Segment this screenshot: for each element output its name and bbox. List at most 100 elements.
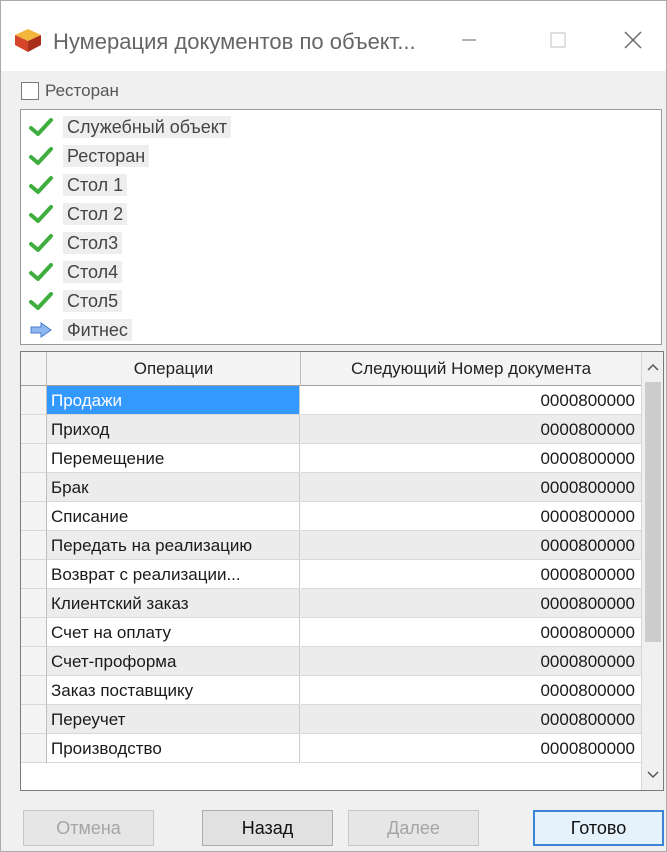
- table-row[interactable]: Счет на оплату 0000800000: [21, 618, 641, 647]
- cancel-button[interactable]: Отмена: [23, 810, 154, 846]
- number-cell[interactable]: 0000800000: [301, 473, 641, 502]
- operation-cell[interactable]: Приход: [47, 415, 300, 444]
- number-cell[interactable]: 0000800000: [301, 705, 641, 734]
- row-selector[interactable]: [21, 531, 47, 560]
- list-item[interactable]: Стол4: [27, 259, 123, 285]
- operation-cell[interactable]: Перемещение: [47, 444, 300, 473]
- operation-cell[interactable]: Производство: [47, 734, 300, 763]
- column-header-operations[interactable]: Операции: [47, 352, 301, 386]
- number-cell[interactable]: 0000800000: [301, 734, 641, 763]
- operation-cell[interactable]: Брак: [47, 473, 300, 502]
- restaurant-checkbox-label: Ресторан: [45, 81, 119, 100]
- operation-cell[interactable]: Счет-проформа: [47, 647, 300, 676]
- number-cell[interactable]: 0000800000: [301, 415, 641, 444]
- restaurant-checkbox-row[interactable]: Ресторан: [21, 79, 119, 103]
- list-item-label: Служебный объект: [63, 116, 232, 138]
- next-button[interactable]: Далее: [348, 810, 479, 846]
- window-title: Нумерация документов по объект...: [53, 29, 416, 54]
- scroll-thumb[interactable]: [645, 382, 661, 642]
- number-cell[interactable]: 0000800000: [301, 444, 641, 473]
- number-cell[interactable]: 0000800000: [301, 589, 641, 618]
- number-cell[interactable]: 0000800000: [301, 531, 641, 560]
- list-item-label: Стол3: [63, 232, 123, 254]
- list-item[interactable]: Фитнес: [27, 317, 132, 343]
- row-selector[interactable]: [21, 473, 47, 502]
- number-cell[interactable]: 0000800000: [301, 676, 641, 705]
- dialog-window: Нумерация документов по объект... Рестор…: [0, 0, 667, 852]
- operation-cell[interactable]: Возврат с реализации...: [47, 560, 300, 589]
- row-selector-header: [21, 352, 47, 386]
- grid-vertical-scrollbar[interactable]: [641, 352, 663, 790]
- check-icon: [27, 290, 55, 312]
- number-cell[interactable]: 0000800000: [301, 502, 641, 531]
- close-icon: [624, 31, 642, 49]
- row-selector[interactable]: [21, 560, 47, 589]
- list-item[interactable]: Стол3: [27, 230, 123, 256]
- operations-grid[interactable]: Операции Следующий Номер документа Прода…: [20, 351, 664, 791]
- row-selector[interactable]: [21, 647, 47, 676]
- column-header-next-number[interactable]: Следующий Номер документа: [301, 352, 641, 386]
- check-icon: [27, 203, 55, 225]
- list-item-label: Ресторан: [63, 145, 150, 167]
- scroll-down-button[interactable]: [642, 764, 663, 786]
- object-list[interactable]: Служебный объект Ресторан Стол 1 Стол 2 …: [20, 109, 662, 345]
- list-item-label: Стол 1: [63, 174, 128, 196]
- list-item[interactable]: Стол 2: [27, 201, 128, 227]
- row-selector[interactable]: [21, 386, 47, 415]
- list-item[interactable]: Ресторан: [27, 143, 150, 169]
- table-row[interactable]: Возврат с реализации... 0000800000: [21, 560, 641, 589]
- row-selector[interactable]: [21, 676, 47, 705]
- number-cell[interactable]: 0000800000: [301, 386, 641, 415]
- row-selector[interactable]: [21, 589, 47, 618]
- row-selector[interactable]: [21, 734, 47, 763]
- row-selector[interactable]: [21, 444, 47, 473]
- row-selector[interactable]: [21, 705, 47, 734]
- table-row[interactable]: Счет-проформа 0000800000: [21, 647, 641, 676]
- operation-cell[interactable]: Продажи: [47, 386, 300, 415]
- table-row[interactable]: Брак 0000800000: [21, 473, 641, 502]
- restaurant-checkbox[interactable]: [21, 82, 39, 100]
- row-selector[interactable]: [21, 502, 47, 531]
- done-button[interactable]: Готово: [533, 810, 664, 846]
- list-item-label: Стол 2: [63, 203, 128, 225]
- check-icon: [27, 145, 55, 167]
- operation-cell[interactable]: Списание: [47, 502, 300, 531]
- table-row[interactable]: Перемещение 0000800000: [21, 444, 641, 473]
- title-bar: Нумерация документов по объект...: [1, 1, 666, 71]
- list-item-label: Стол5: [63, 290, 123, 312]
- maximize-button[interactable]: [538, 21, 578, 59]
- list-item[interactable]: Стол 1: [27, 172, 128, 198]
- table-row[interactable]: Переучет 0000800000: [21, 705, 641, 734]
- chevron-up-icon: [647, 363, 659, 371]
- table-row[interactable]: Списание 0000800000: [21, 502, 641, 531]
- number-cell[interactable]: 0000800000: [301, 560, 641, 589]
- list-item[interactable]: Служебный объект: [27, 114, 232, 140]
- row-selector[interactable]: [21, 618, 47, 647]
- list-item[interactable]: Стол5: [27, 288, 123, 314]
- chevron-down-icon: [647, 771, 659, 779]
- back-button[interactable]: Назад: [202, 810, 333, 846]
- number-cell[interactable]: 0000800000: [301, 647, 641, 676]
- check-icon: [27, 261, 55, 283]
- minimize-button[interactable]: [449, 21, 489, 59]
- table-row[interactable]: Приход 0000800000: [21, 415, 641, 444]
- operation-cell[interactable]: Заказ поставщику: [47, 676, 300, 705]
- row-selector[interactable]: [21, 415, 47, 444]
- table-row[interactable]: Передать на реализацию 0000800000: [21, 531, 641, 560]
- table-row[interactable]: Продажи 0000800000: [21, 386, 641, 415]
- grid-header: Операции Следующий Номер документа: [21, 352, 641, 386]
- close-button[interactable]: [613, 21, 653, 59]
- scroll-up-button[interactable]: [642, 356, 663, 378]
- operation-cell[interactable]: Клиентский заказ: [47, 589, 300, 618]
- list-item-label: Фитнес: [63, 319, 132, 341]
- operation-cell[interactable]: Счет на оплату: [47, 618, 300, 647]
- number-cell[interactable]: 0000800000: [301, 618, 641, 647]
- table-row[interactable]: Производство 0000800000: [21, 734, 641, 763]
- arrow-right-icon: [27, 319, 55, 341]
- operation-cell[interactable]: Передать на реализацию: [47, 531, 300, 560]
- table-row[interactable]: Клиентский заказ 0000800000: [21, 589, 641, 618]
- check-icon: [27, 232, 55, 254]
- table-row[interactable]: Заказ поставщику 0000800000: [21, 676, 641, 705]
- operation-cell[interactable]: Переучет: [47, 705, 300, 734]
- app-box-icon: [13, 27, 43, 53]
